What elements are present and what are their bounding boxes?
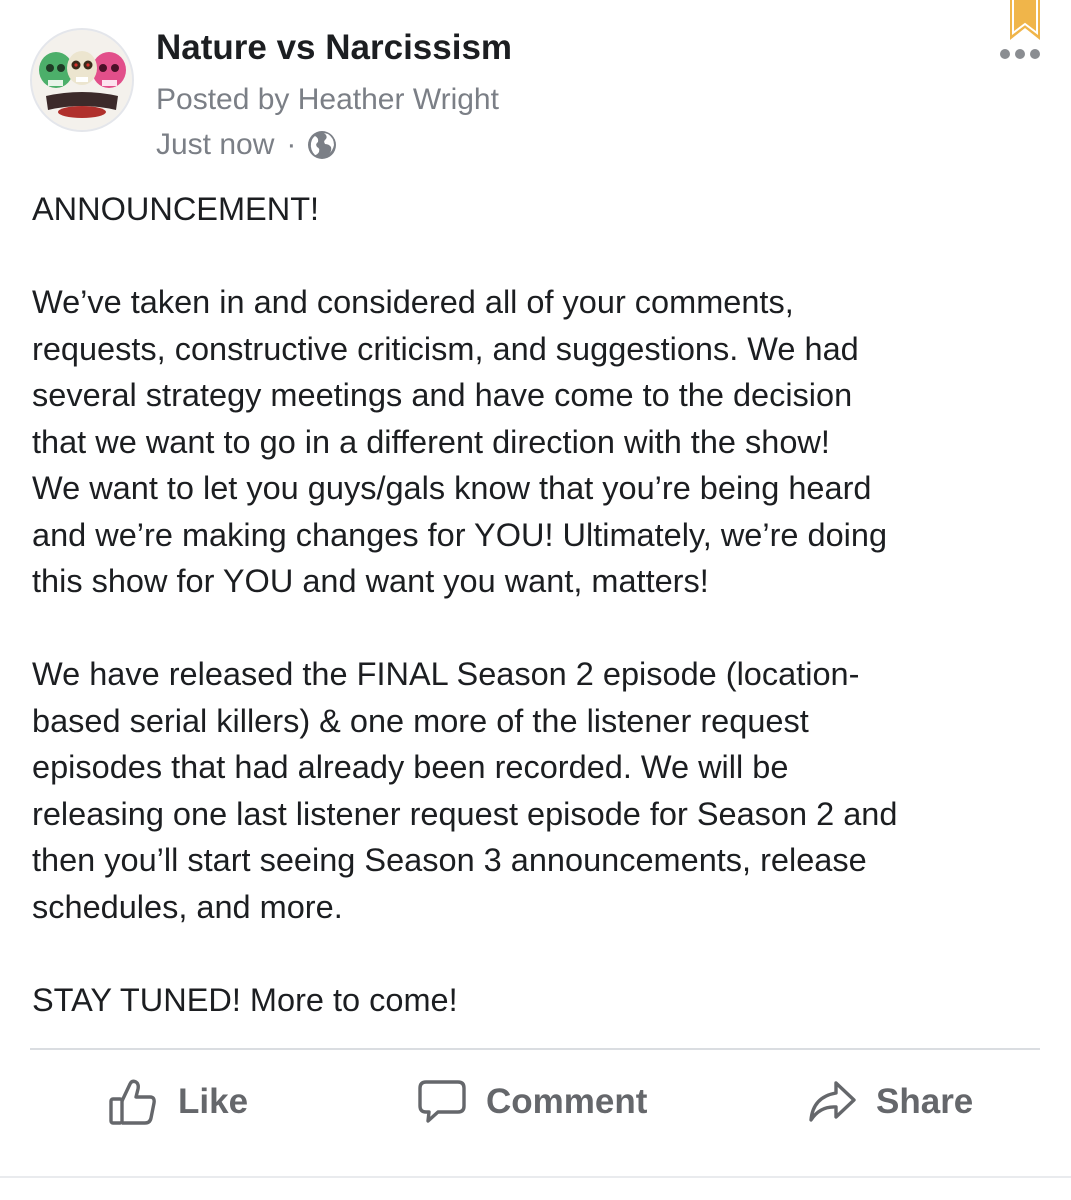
post-meta: Just now ·	[156, 125, 338, 165]
globe-icon	[306, 129, 338, 161]
divider	[30, 1048, 1040, 1050]
posted-by: Posted by Heather Wright	[156, 83, 499, 116]
post-paragraph: We’ve taken in and considered all of you…	[32, 284, 888, 599]
more-options-icon[interactable]	[996, 44, 1044, 64]
post-bottom-border	[0, 1176, 1071, 1178]
post-paragraph: We have released the FINAL Season 2 epis…	[32, 656, 898, 925]
post-paragraph: ANNOUNCEMENT!	[32, 191, 320, 227]
post-body: ANNOUNCEMENT! We’ve taken in and conside…	[32, 186, 1042, 1023]
bookmark-icon[interactable]	[1008, 0, 1042, 40]
timestamp[interactable]: Just now	[156, 128, 274, 162]
comment-label: Comment	[486, 1082, 648, 1121]
podcast-logo-icon	[32, 30, 132, 130]
like-button[interactable]: Like	[108, 1070, 248, 1134]
share-label: Share	[876, 1082, 974, 1121]
share-button[interactable]: Share	[808, 1070, 973, 1134]
thumbs-up-icon	[108, 1078, 158, 1126]
post-actions: Like Comment Share	[30, 1070, 1040, 1134]
meta-separator: ·	[286, 128, 297, 161]
post-paragraph: STAY TUNED! More to come!	[32, 981, 458, 1018]
comment-button[interactable]: Comment	[418, 1070, 647, 1134]
page-avatar[interactable]	[30, 28, 134, 132]
like-label: Like	[178, 1082, 249, 1121]
facebook-post: Nature vs Narcissism Posted by Heather W…	[0, 0, 1071, 1200]
share-arrow-icon	[808, 1080, 856, 1124]
comment-icon	[418, 1079, 466, 1125]
page-name[interactable]: Nature vs Narcissism	[156, 28, 512, 68]
